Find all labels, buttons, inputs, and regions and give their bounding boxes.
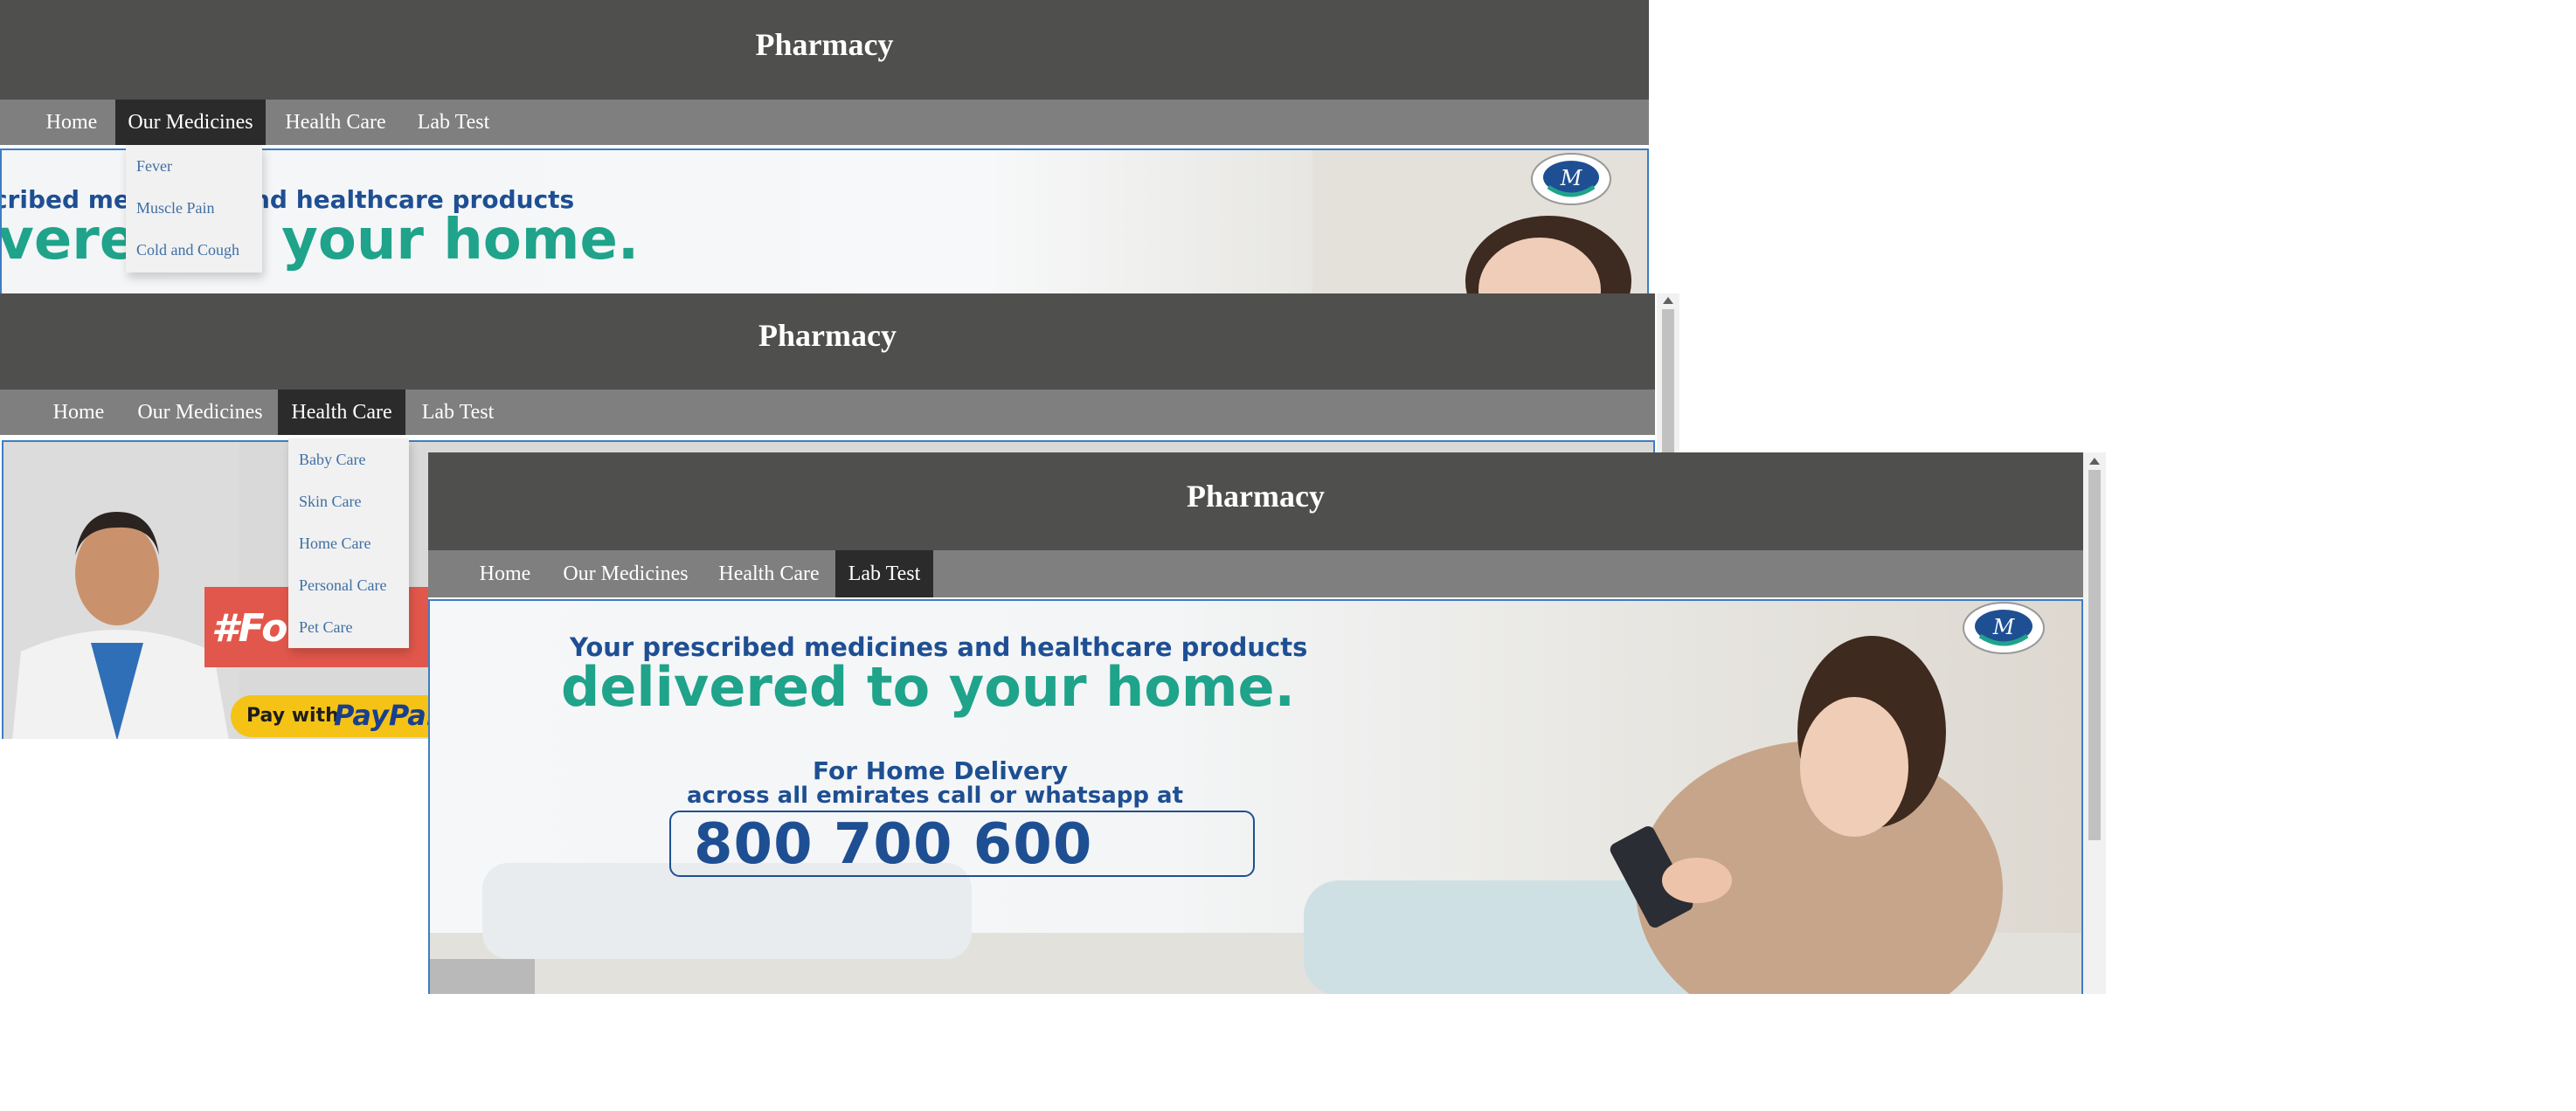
m-logo-icon: M bbox=[1531, 153, 1611, 205]
page-header: Pharmacy bbox=[0, 0, 1649, 100]
nav-our-medicines[interactable]: Our Medicines bbox=[549, 550, 703, 597]
nav-health-care[interactable]: Health Care bbox=[266, 100, 405, 145]
banner-line-4: across all emirates call or whatsapp at bbox=[687, 783, 1184, 809]
banner-line-3: For Home Delivery bbox=[813, 756, 1069, 785]
nav-lab-test[interactable]: Lab Test bbox=[405, 390, 510, 435]
medicines-dropdown: Fever Muscle Pain Cold and Cough bbox=[126, 145, 262, 273]
dropdown-item-fever[interactable]: Fever bbox=[126, 155, 262, 197]
screenshot-1: Pharmacy Home Our Medicines Health Care … bbox=[0, 0, 1649, 293]
nav-lab-test[interactable]: Lab Test bbox=[835, 550, 933, 597]
nav-lab-test[interactable]: Lab Test bbox=[405, 100, 502, 145]
nav-bar: Home Our Medicines Health Care Lab Test bbox=[0, 100, 1649, 145]
svg-text:M: M bbox=[1992, 615, 2016, 639]
dropdown-item-muscle-pain[interactable]: Muscle Pain bbox=[126, 197, 262, 239]
nav-home[interactable]: Home bbox=[461, 550, 549, 597]
page-header: Pharmacy bbox=[428, 452, 2083, 550]
dropdown-item-personal-care[interactable]: Personal Care bbox=[288, 575, 409, 617]
phone-number: 800 700 600 bbox=[694, 812, 1093, 877]
dropdown-item-cold-and-cough[interactable]: Cold and Cough bbox=[126, 239, 262, 281]
dropdown-item-home-care[interactable]: Home Care bbox=[288, 533, 409, 575]
nav-health-care[interactable]: Health Care bbox=[703, 550, 835, 597]
banner-line-2: delivered to your home. bbox=[561, 655, 1296, 719]
nav-our-medicines[interactable]: Our Medicines bbox=[122, 390, 278, 435]
nav-health-care[interactable]: Health Care bbox=[278, 390, 405, 435]
svg-text:M: M bbox=[1560, 166, 1583, 190]
nav-our-medicines[interactable]: Our Medicines bbox=[115, 100, 266, 145]
scroll-up-arrow-icon[interactable] bbox=[2089, 458, 2100, 465]
health-care-dropdown: Baby Care Skin Care Home Care Personal C… bbox=[288, 438, 409, 648]
dropdown-item-skin-care[interactable]: Skin Care bbox=[288, 491, 409, 533]
pay-with-text: Pay with bbox=[246, 705, 339, 727]
page-title: Pharmacy bbox=[758, 318, 897, 353]
promo-banner: Your prescribed medicines and healthcare… bbox=[428, 599, 2083, 994]
m-logo-icon: M bbox=[1963, 602, 2045, 654]
scroll-up-arrow-icon[interactable] bbox=[1663, 297, 1673, 304]
vertical-scrollbar[interactable] bbox=[2083, 452, 2106, 994]
dropdown-item-pet-care[interactable]: Pet Care bbox=[288, 617, 409, 659]
nav-home[interactable]: Home bbox=[28, 100, 115, 145]
page-header: Pharmacy bbox=[0, 293, 1655, 390]
banner-line-2: delivered to your home. bbox=[0, 208, 640, 273]
nav-bar: Home Our Medicines Health Care Lab Test bbox=[428, 550, 2083, 597]
screenshot-3: Pharmacy Home Our Medicines Health Care … bbox=[428, 452, 2106, 994]
page-title: Pharmacy bbox=[755, 27, 894, 62]
nav-home[interactable]: Home bbox=[35, 390, 122, 435]
nav-bar: Home Our Medicines Health Care Lab Test bbox=[0, 390, 1655, 435]
dropdown-item-baby-care[interactable]: Baby Care bbox=[288, 449, 409, 491]
paypal-text: PayPal bbox=[334, 699, 436, 732]
scroll-thumb[interactable] bbox=[2088, 470, 2101, 840]
page-title: Pharmacy bbox=[1187, 479, 1325, 514]
